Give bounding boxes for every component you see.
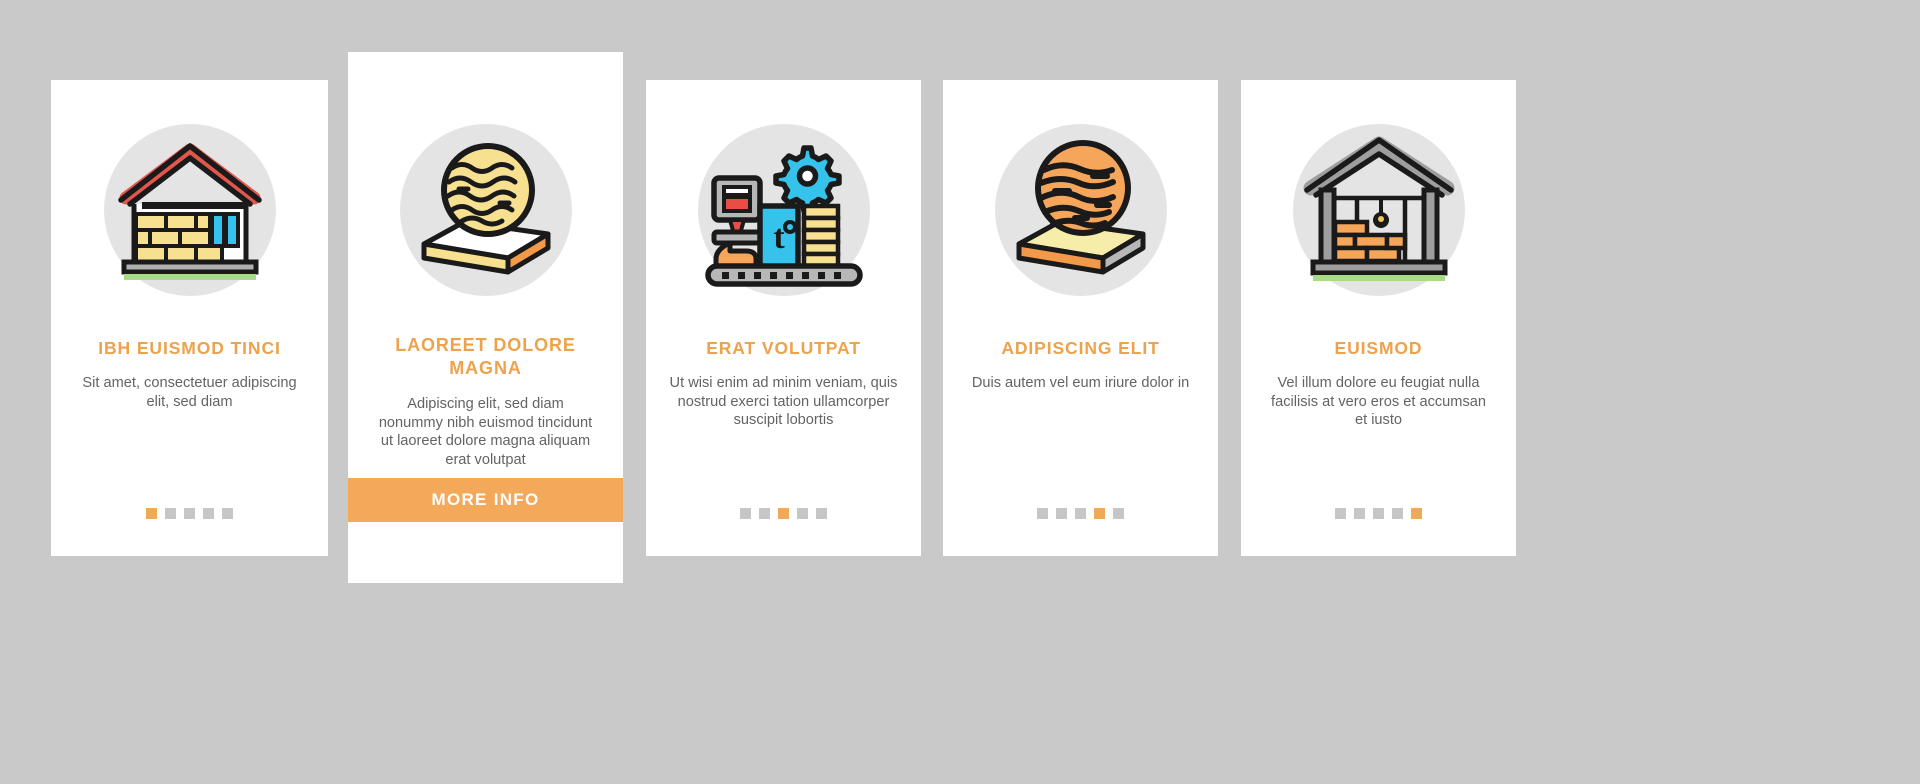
onboarding-card-3[interactable]: t ERAT VOLUTPAT Ut wisi enim ad minim ve…	[646, 80, 921, 556]
card-1-pagination-dots[interactable]	[51, 508, 328, 519]
brick-wall-house-icon	[117, 143, 262, 280]
pagination-dot[interactable]	[1056, 508, 1067, 519]
card-1-body: Sit amet, consectetuer adipiscing elit, …	[82, 374, 297, 410]
pagination-dot[interactable]	[1392, 508, 1403, 519]
card-5-body: Vel illum dolore eu feugiat nulla facili…	[1271, 374, 1486, 429]
card-4-pagination-dots[interactable]	[943, 508, 1218, 519]
card-3-body: Ut wisi enim ad minim veniam, quis nostr…	[669, 374, 898, 429]
pagination-dot[interactable]	[1335, 508, 1346, 519]
brick-warehouse-storage-icon	[1303, 136, 1454, 281]
card-2-body: Adipiscing elit, sed diam nonummy nibh e…	[378, 396, 593, 469]
pagination-dot[interactable]	[816, 508, 827, 519]
wood-texture-slab-icon	[1016, 140, 1145, 275]
pagination-dot[interactable]	[203, 508, 214, 519]
pagination-dot[interactable]	[1373, 508, 1384, 519]
card-2-title: LAOREET DOLORE MAGNA	[395, 335, 576, 378]
gear-icon	[772, 145, 842, 214]
pagination-dot[interactable]	[1411, 508, 1422, 519]
pagination-dot[interactable]	[184, 508, 195, 519]
pagination-dot[interactable]	[1075, 508, 1086, 519]
card-2-icon-area	[348, 100, 623, 320]
pagination-dot[interactable]	[1113, 508, 1124, 519]
pagination-dot[interactable]	[1037, 508, 1048, 519]
pagination-dot[interactable]	[759, 508, 770, 519]
card-3-title: ERAT VOLUTPAT	[706, 338, 861, 358]
card-5-icon-area	[1241, 100, 1516, 320]
onboarding-card-2[interactable]: LAOREET DOLORE MAGNA Adipiscing elit, se…	[348, 52, 623, 583]
card-4-title: ADIPISCING ELIT	[1001, 338, 1160, 358]
pagination-dot[interactable]	[1094, 508, 1105, 519]
card-3-icon-area: t	[646, 100, 921, 320]
card-1-icon-area	[51, 100, 328, 320]
pagination-dot[interactable]	[1354, 508, 1365, 519]
brick-production-machine-icon: t	[704, 145, 863, 287]
card-5-title: EUISMOD	[1334, 338, 1423, 358]
pagination-dot[interactable]	[165, 508, 176, 519]
pagination-dot[interactable]	[778, 508, 789, 519]
pagination-dot[interactable]	[797, 508, 808, 519]
onboarding-screens-stage: IBH EUISMOD TINCI Sit amet, consectetuer…	[0, 0, 1920, 784]
hanging-lamp-icon	[1372, 198, 1389, 228]
card-4-icon-area	[943, 100, 1218, 320]
onboarding-card-5[interactable]: EUISMOD Vel illum dolore eu feugiat null…	[1241, 80, 1516, 556]
more-info-button[interactable]: MORE INFO	[348, 478, 623, 522]
pagination-dot[interactable]	[222, 508, 233, 519]
onboarding-card-1[interactable]: IBH EUISMOD TINCI Sit amet, consectetuer…	[51, 80, 328, 556]
onboarding-card-4[interactable]: ADIPISCING ELIT Duis autem vel eum iriur…	[943, 80, 1218, 556]
pagination-dot[interactable]	[146, 508, 157, 519]
card-3-pagination-dots[interactable]	[646, 508, 921, 519]
card-4-body: Duis autem vel eum iriure dolor in	[971, 374, 1190, 391]
card-5-pagination-dots[interactable]	[1241, 508, 1516, 519]
card-1-title: IBH EUISMOD TINCI	[98, 338, 281, 358]
pagination-dot[interactable]	[740, 508, 751, 519]
wood-grain-magnifier-plank-icon	[421, 143, 550, 275]
